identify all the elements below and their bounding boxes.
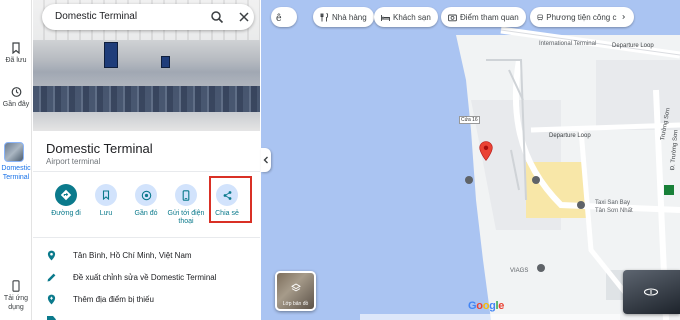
layers-label: Lớp bản đồ <box>282 301 309 307</box>
save-label: Lưu <box>99 210 113 217</box>
street-view-thumbnail[interactable] <box>623 270 680 314</box>
transit-icon <box>537 14 543 20</box>
edit-pencil-icon <box>47 273 56 282</box>
maps-window: Đã lưu Gần đây Domestic Terminal Tải ứng… <box>0 0 680 320</box>
rail-saved[interactable]: Đã lưu <box>0 42 32 65</box>
map-attribution <box>360 314 620 320</box>
expand-icon: ê <box>276 13 282 23</box>
left-rail: Đã lưu Gần đây Domestic Terminal Tải ứng… <box>0 0 32 320</box>
directions-label: Đường đi <box>51 210 81 217</box>
add-place-icon <box>47 294 56 305</box>
info-row-address[interactable]: Tân Bình, Hồ Chí Minh, Việt Nam <box>46 250 256 264</box>
phone-icon <box>182 189 190 201</box>
location-pin-icon <box>47 250 56 261</box>
google-logo: Google <box>468 300 505 312</box>
layers-chip[interactable]: ê <box>271 7 297 27</box>
address-text: Tân Bình, Hồ Chí Minh, Việt Nam <box>73 251 192 260</box>
restaurant-icon <box>320 12 329 21</box>
nearby-button[interactable]: Gần đó <box>127 184 165 218</box>
camera-icon <box>448 14 457 21</box>
info-row-suggest-edit[interactable]: Đề xuất chỉnh sửa về Domestic Terminal <box>46 272 256 286</box>
place-category[interactable]: Airport terminal <box>46 157 100 166</box>
phone-icon <box>12 280 20 292</box>
map-label-departure-loop-2: Departure Loop <box>549 133 591 139</box>
info-row-partial[interactable] <box>46 314 256 320</box>
category-chips: ê Nhà hàng Khách sạn Điểm tham quan Phươ… <box>271 7 680 29</box>
divider <box>33 171 260 172</box>
map-label-taxi-2: Tân Sơn Nhất <box>595 208 633 214</box>
map-label-viags: VIAGS <box>510 268 529 274</box>
chip-restaurants-label: Nhà hàng <box>332 12 367 22</box>
map-label-departure-loop: Departure Loop <box>612 43 654 49</box>
directions-button[interactable]: Đường đi <box>47 184 85 218</box>
label-icon <box>47 316 56 320</box>
divider <box>33 237 260 238</box>
send-to-phone-label: Gửi tới điện thoại <box>167 210 205 225</box>
chip-hotels-label: Khách sạn <box>393 12 431 22</box>
save-button[interactable]: Lưu <box>87 184 125 218</box>
chevron-left-icon <box>263 156 268 164</box>
street-view-360-icon <box>643 288 659 296</box>
add-place-text: Thêm địa điểm bị thiếu <box>73 295 154 304</box>
hotel-icon <box>381 14 390 21</box>
chip-attractions-label: Điểm tham quan <box>460 12 519 22</box>
map-label-international-terminal: International Terminal <box>539 41 597 47</box>
send-to-phone-button[interactable]: Gửi tới điện thoại <box>167 184 205 226</box>
rail-saved-label: Đã lưu <box>5 57 27 64</box>
share-highlight-box <box>209 176 252 223</box>
history-icon <box>11 87 22 97</box>
map-label-gate: Cửa 16 <box>459 116 480 124</box>
nearby-label: Gần đó <box>134 210 158 217</box>
location-marker-icon[interactable] <box>479 141 493 161</box>
layers-icon <box>291 283 301 292</box>
search-input[interactable]: Domestic Terminal <box>55 11 137 22</box>
search-box[interactable]: Domestic Terminal <box>42 4 254 30</box>
rail-recent[interactable]: Gần đây <box>0 86 32 109</box>
nearby-icon <box>141 190 151 200</box>
map-label-taxi: Taxi San Bay <box>595 200 631 206</box>
rail-recent-label: Gần đây <box>2 101 30 108</box>
chip-transit[interactable]: Phương tiện công c <box>530 7 634 27</box>
rail-get-app-label: Tải ứng dụng <box>3 295 29 311</box>
info-row-add-place[interactable]: Thêm địa điểm bị thiếu <box>46 294 256 308</box>
suggest-edit-text: Đề xuất chỉnh sửa về Domestic Terminal <box>73 273 217 282</box>
collapse-panel-button[interactable] <box>261 148 271 172</box>
chip-restaurants[interactable]: Nhà hàng <box>313 7 374 27</box>
chevron-right-icon <box>622 14 626 20</box>
chip-hotels[interactable]: Khách sạn <box>374 7 438 27</box>
bookmark-icon <box>102 190 110 200</box>
chip-transit-label: Phương tiện công c <box>546 12 617 22</box>
directions-icon <box>60 189 72 201</box>
layers-button[interactable]: Lớp bản đồ <box>275 271 316 311</box>
svg-text:ê: ê <box>276 13 282 23</box>
search-icon[interactable] <box>210 10 224 24</box>
place-title: Domestic Terminal <box>46 141 153 156</box>
chip-attractions[interactable]: Điểm tham quan <box>441 7 526 27</box>
rail-place-label: Domestic Terminal <box>1 165 31 181</box>
bookmark-icon <box>12 42 20 54</box>
rail-get-app[interactable]: Tải ứng dụng <box>0 280 32 312</box>
close-icon[interactable] <box>237 10 251 24</box>
place-panel: Domestic Terminal Domestic Terminal Airp… <box>33 0 260 320</box>
rail-place-thumbnail[interactable] <box>4 142 24 162</box>
